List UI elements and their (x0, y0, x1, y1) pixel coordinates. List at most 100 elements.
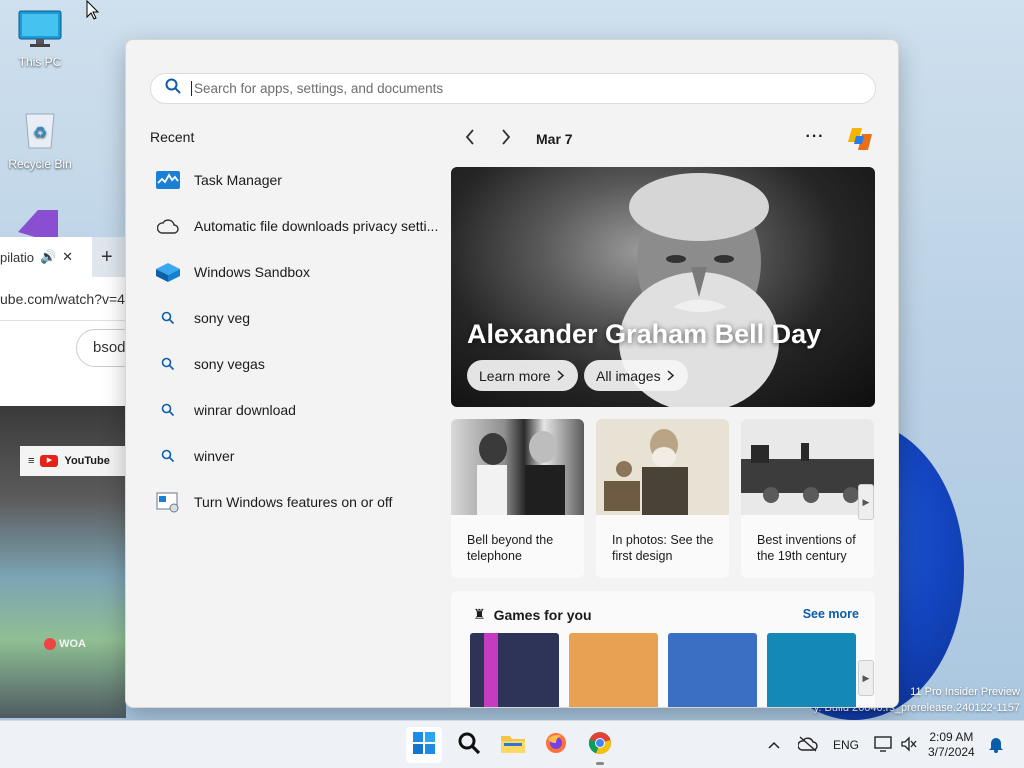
game-tile[interactable] (470, 633, 559, 707)
notifications-button[interactable] (988, 721, 1004, 768)
feed-card[interactable]: Best inventions of the 19th century (741, 419, 874, 578)
recent-item-search-sony-veg[interactable]: sony veg (154, 295, 446, 341)
visual-studio-icon[interactable] (14, 204, 62, 238)
hero-title: Alexander Graham Bell Day (467, 319, 822, 349)
menu-icon[interactable]: ≡ (28, 455, 34, 467)
recent-item-windows-sandbox[interactable]: Windows Sandbox (154, 249, 446, 295)
desktop-icon-recycle-bin[interactable]: ♻ Recycle Bin (2, 108, 78, 171)
start-search-box[interactable] (150, 73, 876, 104)
windows-logo-icon (412, 731, 436, 760)
page-search-value: bsod (93, 339, 126, 356)
start-menu: Recent Task Manager Automatic file downl… (125, 39, 899, 708)
see-more-link[interactable]: See more (803, 607, 859, 621)
monitor-icon (2, 10, 78, 51)
cloud-offline-icon (797, 735, 818, 755)
monitor-icon (874, 735, 892, 755)
browser-tab[interactable]: pilatio 🔊 ✕ (0, 237, 92, 277)
feed-cards: Bell beyond the telephone In photos: See… (451, 419, 875, 578)
previous-day-button[interactable] (452, 124, 488, 154)
desktop-icon-label: This PC (18, 55, 62, 69)
youtube-logo-icon: ▶ (40, 455, 59, 467)
taskbar-search-button[interactable] (451, 727, 487, 763)
browser-tab-bar: pilatio 🔊 ✕ + (0, 237, 126, 277)
recent-item-label: Task Manager (194, 172, 282, 188)
feed-card[interactable]: Bell beyond the telephone (451, 419, 584, 578)
show-hidden-icons-button[interactable] (768, 721, 780, 768)
recent-item-task-manager[interactable]: Task Manager (154, 157, 446, 203)
start-button[interactable] (406, 727, 442, 763)
close-tab-icon[interactable]: ✕ (62, 249, 73, 265)
search-icon (165, 78, 181, 99)
feed-toolbar: Mar 7 ··· (452, 124, 876, 154)
firefox-button[interactable] (538, 727, 574, 763)
svg-text:♻: ♻ (33, 123, 47, 142)
cards-scroll-right-button[interactable]: ▶ (858, 484, 874, 520)
youtube-logo-text: YouTube (64, 455, 110, 467)
recent-item-search-sony-vegas[interactable]: sony vegas (154, 341, 446, 387)
clock[interactable]: 2:09 AM 3/7/2024 (928, 730, 975, 760)
network-status-button[interactable] (797, 721, 818, 768)
copilot-icon[interactable] (844, 124, 876, 154)
cloud-icon (154, 214, 182, 238)
browser-window: pilatio 🔊 ✕ + ube.com/watch?v=4 bsod ≡ ▶… (0, 237, 126, 718)
card-image (741, 419, 874, 515)
speaker-icon[interactable]: 🔊 (40, 249, 56, 265)
recent-item-windows-features[interactable]: Turn Windows features on or off (154, 479, 446, 525)
language-indicator[interactable]: ENG (833, 721, 859, 768)
file-explorer-icon (500, 732, 526, 759)
recent-list: Task Manager Automatic file downloads pr… (154, 157, 446, 525)
start-search-input[interactable] (191, 81, 831, 96)
card-caption: In photos: See the first design (612, 533, 714, 563)
bell-icon (988, 735, 1004, 756)
learn-more-button[interactable]: Learn more (467, 360, 578, 391)
build-watermark-line1: 11 Pro Insider Preview (910, 686, 1020, 698)
hero-card[interactable]: Alexander Graham Bell Day Learn more All… (451, 167, 875, 407)
feed-card[interactable]: In photos: See the first design (596, 419, 729, 578)
game-tile[interactable] (767, 633, 856, 707)
desktop-icon-this-pc[interactable]: This PC (2, 10, 78, 69)
desktop-icon-label: Recycle Bin (8, 157, 72, 171)
card-caption: Bell beyond the telephone (467, 533, 554, 563)
search-icon (154, 398, 182, 422)
youtube-header: ≡ ▶ YouTube (20, 446, 126, 476)
address-bar[interactable]: ube.com/watch?v=4 (0, 277, 126, 321)
file-explorer-button[interactable] (495, 727, 531, 763)
speaker-muted-icon (900, 735, 918, 755)
page-search-box[interactable]: bsod (76, 329, 126, 367)
all-images-button[interactable]: All images (584, 360, 688, 391)
new-tab-icon[interactable]: + (101, 246, 113, 269)
recent-item-download-privacy[interactable]: Automatic file downloads privacy setti..… (154, 203, 446, 249)
next-day-button[interactable] (488, 124, 524, 154)
feed-date: Mar 7 (536, 131, 573, 147)
search-icon (154, 444, 182, 468)
display-settings-button[interactable] (874, 721, 892, 768)
woa-logo: WOA (44, 638, 86, 651)
chevron-right-icon (667, 368, 674, 384)
chevron-left-icon (465, 128, 475, 151)
more-options-button[interactable]: ··· (800, 124, 830, 154)
chrome-button[interactable] (582, 727, 618, 765)
browser-tab-title: pilatio (0, 249, 34, 265)
game-tile[interactable] (668, 633, 757, 707)
learn-more-label: Learn more (479, 367, 551, 384)
browser-page: bsod (0, 321, 126, 406)
games-scroll-right-button[interactable]: ▶ (858, 660, 874, 696)
recent-item-label: sony vegas (194, 356, 265, 372)
chevron-up-icon (768, 738, 780, 752)
recycle-bin-icon: ♻ (2, 108, 78, 153)
game-tile[interactable] (569, 633, 658, 707)
recent-item-search-winrar[interactable]: winrar download (154, 387, 446, 433)
clock-time: 2:09 AM (929, 730, 974, 744)
recent-item-label: winver (194, 448, 235, 464)
recent-item-search-winver[interactable]: winver (154, 433, 446, 479)
address-text: ube.com/watch?v=4 (0, 290, 125, 307)
woa-label: WOA (59, 638, 86, 650)
firefox-icon (544, 731, 568, 760)
clock-date: 3/7/2024 (928, 745, 975, 759)
video-player[interactable]: ≡ ▶ YouTube WOA (0, 406, 126, 718)
volume-muted-button[interactable] (900, 721, 918, 768)
chevron-right-icon (557, 368, 564, 384)
chess-piece-icon: ♜ (473, 606, 486, 622)
recent-item-label: winrar download (194, 402, 296, 418)
recent-item-label: Automatic file downloads privacy setti..… (194, 218, 439, 234)
